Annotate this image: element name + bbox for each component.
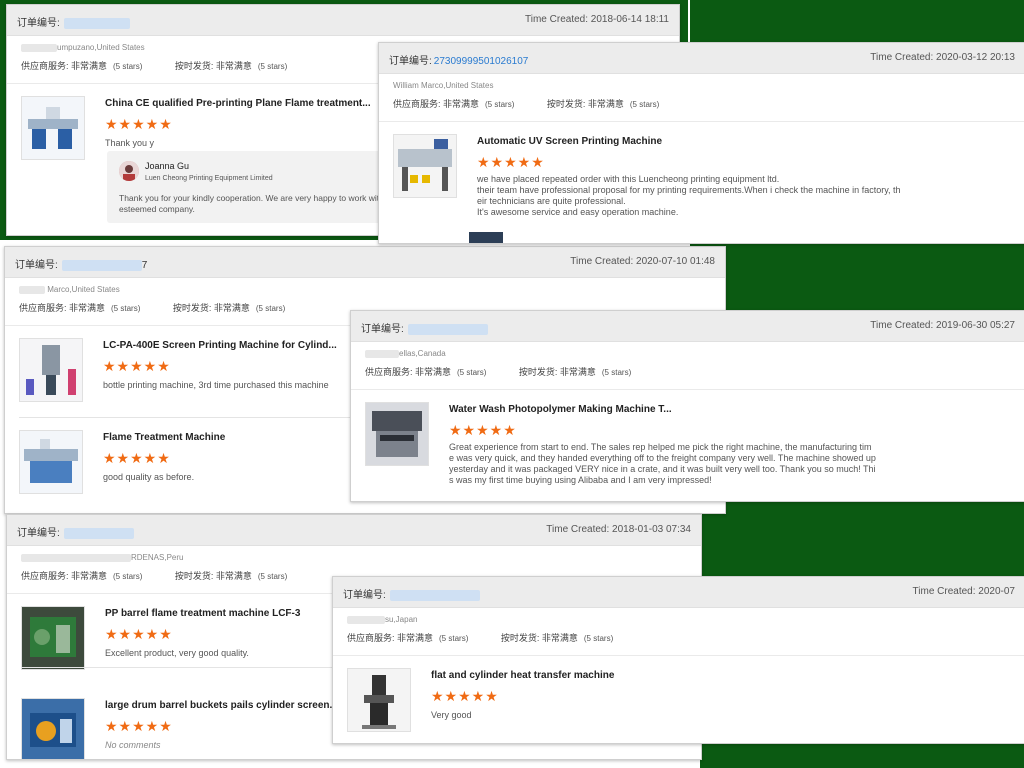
- review-photo[interactable]: [469, 232, 503, 243]
- review-text: No comments: [105, 740, 161, 750]
- buyer-info: ellas,Canada: [351, 342, 1024, 363]
- product-image[interactable]: [19, 338, 83, 402]
- divider: [21, 667, 341, 668]
- review-text: Excellent product, very good quality.: [105, 648, 249, 658]
- review-text: good quality as before.: [103, 472, 195, 482]
- product-title[interactable]: PP barrel flame treatment machine LCF-3: [105, 608, 300, 619]
- product-image[interactable]: [393, 134, 457, 198]
- order-number-label: 订单编号:: [17, 14, 130, 29]
- star-rating: ★★★★★: [431, 688, 499, 704]
- reply-name: Joanna Gu: [145, 161, 190, 171]
- review-text: we have placed repeated order with this …: [477, 174, 901, 217]
- star-rating: ★★★★★: [105, 718, 173, 734]
- product-title[interactable]: China CE qualified Pre-printing Plane Fl…: [105, 98, 371, 109]
- product-title[interactable]: Water Wash Photopolymer Making Machine T…: [449, 404, 672, 415]
- product-image[interactable]: [21, 606, 85, 670]
- product-title[interactable]: Automatic UV Screen Printing Machine: [477, 136, 662, 147]
- star-rating: ★★★★★: [105, 626, 173, 642]
- card-header: 订单编号: Time Created: 2019-06-30 05:27: [351, 311, 1024, 342]
- star-rating: ★★★★★: [103, 450, 171, 466]
- buyer-info: RDENAS,Peru: [7, 546, 701, 567]
- card-header: 订单编号: Time Created: 2018-01-03 07:34: [7, 515, 701, 546]
- card-header: 订单编号: Time Created: 2020-07: [333, 577, 1024, 608]
- avatar: [119, 161, 139, 181]
- reply-text: Thank you for your kindly cooperation. W…: [119, 193, 380, 214]
- redacted-order-number: [63, 17, 130, 29]
- review-card-2: 订单编号: 27309999501026107 Time Created: 202…: [378, 42, 1024, 244]
- order-number-label: 订单编号:: [343, 586, 480, 601]
- star-rating: ★★★★★: [103, 358, 171, 374]
- card-header: 订单编号: 7 Time Created: 2020-07-10 01:48: [5, 247, 725, 278]
- time-created: Time Created: 2018-01-03 07:34: [546, 524, 691, 535]
- product-item: flat and cylinder heat transfer machine …: [333, 656, 1024, 743]
- product-image[interactable]: [365, 402, 429, 466]
- order-number-label: 订单编号: 27309999501026107: [389, 56, 529, 67]
- review-text: Very good: [431, 710, 472, 720]
- product-item: Automatic UV Screen Printing Machine ★★★…: [379, 122, 1024, 243]
- product-title[interactable]: LC-PA-400E Screen Printing Machine for C…: [103, 340, 337, 351]
- order-number-label: 订单编号:: [361, 320, 488, 335]
- review-text: bottle printing machine, 3rd time purcha…: [103, 380, 329, 390]
- review-text: Thank you y: [105, 138, 155, 148]
- product-image[interactable]: [21, 96, 85, 160]
- rating-row: 供应商服务: 非常满意 (5 stars) 按时发货: 非常满意 (5 stars): [379, 95, 1024, 122]
- product-title[interactable]: large drum barrel buckets pails cylinder…: [105, 700, 338, 711]
- time-created: Time Created: 2019-06-30 05:27: [870, 320, 1015, 331]
- rating-row: 供应商服务: 非常满意 (5 stars) 按时发货: 非常满意 (5 stars): [351, 363, 1024, 390]
- time-created: Time Created: 2020-07-10 01:48: [570, 256, 715, 267]
- rating-row: 供应商服务: 非常满意 (5 stars) 按时发货: 非常满意 (5 stars): [333, 629, 1024, 656]
- buyer-info: su,Japan: [333, 608, 1024, 629]
- product-image[interactable]: [21, 698, 85, 759]
- time-created: Time Created: 2018-06-14 18:11: [525, 14, 669, 25]
- product-item: Water Wash Photopolymer Making Machine T…: [351, 390, 1024, 501]
- order-number-link[interactable]: 27309999501026107: [434, 56, 529, 67]
- review-card-4: 订单编号: Time Created: 2019-06-30 05:27 ell…: [350, 310, 1024, 502]
- star-rating: ★★★★★: [105, 116, 173, 132]
- order-number-label: 订单编号: 7: [15, 259, 148, 271]
- buyer-info: William Marco,United States: [393, 81, 494, 90]
- product-image[interactable]: [19, 430, 83, 494]
- time-created: Time Created: 2020-07: [912, 586, 1015, 597]
- order-number-label: 订单编号:: [17, 524, 134, 539]
- review-text: Great experience from start to end. The …: [449, 442, 876, 485]
- reply-company: Luen Cheong Printing Equipment Limited: [145, 175, 273, 182]
- product-image[interactable]: [347, 668, 411, 732]
- star-rating: ★★★★★: [477, 154, 545, 170]
- product-title[interactable]: flat and cylinder heat transfer machine: [431, 670, 614, 681]
- card-header: 订单编号: Time Created: 2018-06-14 18:11: [7, 5, 679, 36]
- supplier-reply: Joanna Gu Luen Cheong Printing Equipment…: [107, 151, 407, 223]
- review-card-6: 订单编号: Time Created: 2020-07 su,Japan 供应商…: [332, 576, 1024, 744]
- card-header: 订单编号: 27309999501026107 Time Created: 202…: [379, 43, 1024, 74]
- time-created: Time Created: 2020-03-12 20:13: [870, 52, 1015, 63]
- green-panel-bottom-right: [700, 740, 1024, 768]
- star-rating: ★★★★★: [449, 422, 517, 438]
- buyer-info: Marco,United States: [5, 278, 725, 299]
- product-title[interactable]: Flame Treatment Machine: [103, 432, 225, 443]
